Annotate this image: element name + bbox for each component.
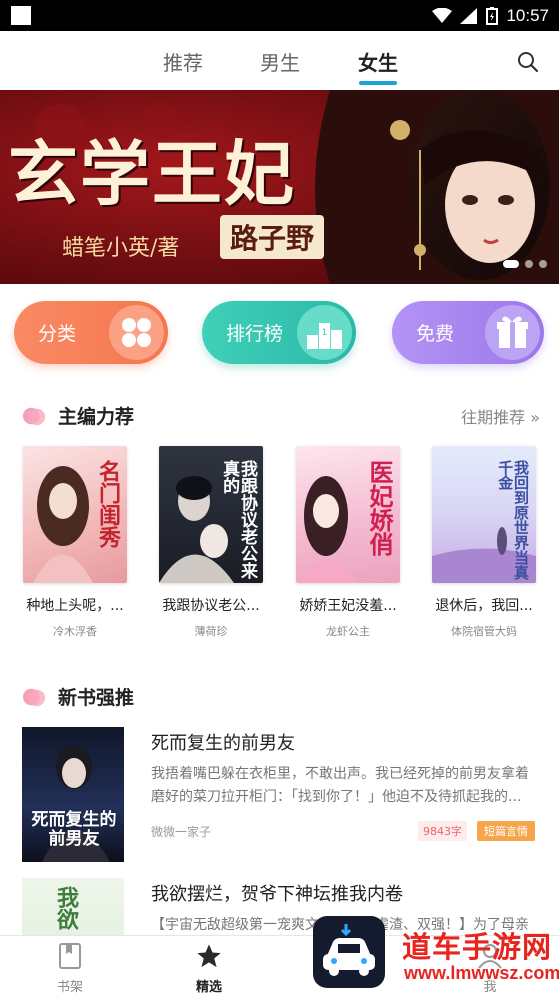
double-chevron-icon: » xyxy=(530,408,540,427)
ranking-label: 排行榜 xyxy=(226,323,284,345)
section-bubble-icon xyxy=(22,688,46,707)
app-screen: 10:57 推荐 男生 女生 玄学王妃 蜡笔小英/著 路子野 分类 排行榜 1 … xyxy=(0,0,559,995)
editor-picks-header: 主编力荐 往期推荐 » xyxy=(22,400,542,430)
word-count-badge: 9843字 xyxy=(418,821,467,841)
book-author: 薄荷珍 xyxy=(194,625,228,638)
notification-icon xyxy=(11,6,31,25)
free-label: 免费 xyxy=(416,323,455,345)
nav-bookshelf[interactable]: 书架 xyxy=(40,942,100,995)
book-card[interactable]: 医妃娇俏 娇娇王妃没羞... 龙虾公主 xyxy=(296,446,400,639)
editor-picks-title: 主编力荐 xyxy=(58,406,135,428)
bookshelf-icon xyxy=(59,943,81,969)
cover-title: 我欲 xyxy=(53,886,79,930)
banner-pagination xyxy=(503,260,547,268)
book-cover: 我跟协议老公来真的 xyxy=(159,446,263,583)
pagination-dot xyxy=(525,260,533,268)
book-cover: 名门闺秀 xyxy=(23,446,127,583)
book-cover: 死而复生的前男友 xyxy=(22,727,124,862)
cover-title: 医妃娇俏 xyxy=(365,460,394,556)
past-picks-label: 往期推荐 xyxy=(461,408,526,427)
section-bubble-icon xyxy=(22,407,46,426)
book-title: 我欲摆烂，贺爷下神坛推我内卷 xyxy=(151,884,403,905)
category-button[interactable]: 分类 xyxy=(14,301,168,364)
book-description: 我捂着嘴巴躲在衣柜里，不敢出声。我已经死掉的前男友拿着磨好的菜刀拉开柜门：「找到… xyxy=(151,766,529,805)
book-card[interactable]: 名门闺秀 种地上头呢，... 冷木浮香 xyxy=(23,446,127,639)
cover-title: 我跟协议老公来真的 xyxy=(219,460,257,579)
banner-subtitle: 路子野 xyxy=(220,215,325,259)
star-icon xyxy=(197,944,221,968)
banner-title: 玄学王妃 xyxy=(8,132,296,215)
cover-title: 我回到原世界当真千金 xyxy=(496,460,530,580)
category-label: 分类 xyxy=(38,323,77,345)
book-card[interactable]: 我回到原世界当真千金 退休后，我回... 体院宿管大妈 xyxy=(432,446,536,639)
cover-title: 名门闺秀 xyxy=(95,460,121,548)
book-author: 体院宿管大妈 xyxy=(451,625,517,638)
wifi-icon xyxy=(432,7,453,23)
watermark-url: www.lmwwsz.com xyxy=(404,963,559,983)
book-title: 种地上头呢，... xyxy=(26,598,124,614)
svg-text:1: 1 xyxy=(322,327,327,337)
pagination-dot xyxy=(539,260,547,268)
clock: 10:57 xyxy=(506,5,549,25)
promo-banner[interactable]: 玄学王妃 蜡笔小英/著 路子野 xyxy=(0,90,559,284)
book-cover: 我回到原世界当真千金 xyxy=(432,446,536,583)
top-tab-bar: 推荐 男生 女生 xyxy=(0,31,559,89)
pagination-dot-active xyxy=(503,260,519,268)
free-button[interactable]: 免费 xyxy=(392,301,544,364)
book-author: 微微一家子 xyxy=(151,825,212,839)
book-title: 我跟协议老公... xyxy=(162,598,260,614)
tab-recommend[interactable]: 推荐 xyxy=(163,47,203,76)
nav-featured[interactable]: 精选 xyxy=(179,942,239,995)
status-bar: 10:57 xyxy=(0,0,559,31)
book-title: 退休后，我回... xyxy=(435,598,533,614)
grid-icon xyxy=(109,305,164,360)
podium-icon: 1 xyxy=(297,305,352,360)
gift-icon xyxy=(485,305,540,360)
book-card[interactable]: 我跟协议老公来真的 我跟协议老公... 薄荷珍 xyxy=(159,446,263,639)
book-author: 冷木浮香 xyxy=(53,625,97,638)
past-picks-link[interactable]: 往期推荐 » xyxy=(461,404,540,428)
ranking-button[interactable]: 排行榜 1 xyxy=(202,301,356,364)
tab-male[interactable]: 男生 xyxy=(260,47,300,76)
book-title: 死而复生的前男友 xyxy=(151,733,295,754)
genre-tag: 短篇言情 xyxy=(477,821,535,841)
banner-author: 蜡笔小英/著 xyxy=(62,236,180,261)
nav-bookshelf-label: 书架 xyxy=(56,980,83,995)
new-books-title: 新书强推 xyxy=(58,687,135,709)
cover-title: 死而复生的前男友 xyxy=(31,810,117,849)
book-author: 龙虾公主 xyxy=(326,625,370,638)
book-cover: 医妃娇俏 xyxy=(296,446,400,583)
tab-female[interactable]: 女生 xyxy=(358,47,398,76)
watermark-logo xyxy=(313,916,385,988)
active-tab-indicator xyxy=(359,81,397,85)
book-title: 娇娇王妃没羞... xyxy=(299,598,397,614)
watermark-title: 道车手游网 xyxy=(402,930,553,964)
search-icon[interactable] xyxy=(517,51,539,73)
battery-icon xyxy=(486,6,499,25)
new-books-header: 新书强推 xyxy=(22,681,542,711)
signal-icon xyxy=(460,7,478,24)
nav-featured-label: 精选 xyxy=(195,980,222,995)
